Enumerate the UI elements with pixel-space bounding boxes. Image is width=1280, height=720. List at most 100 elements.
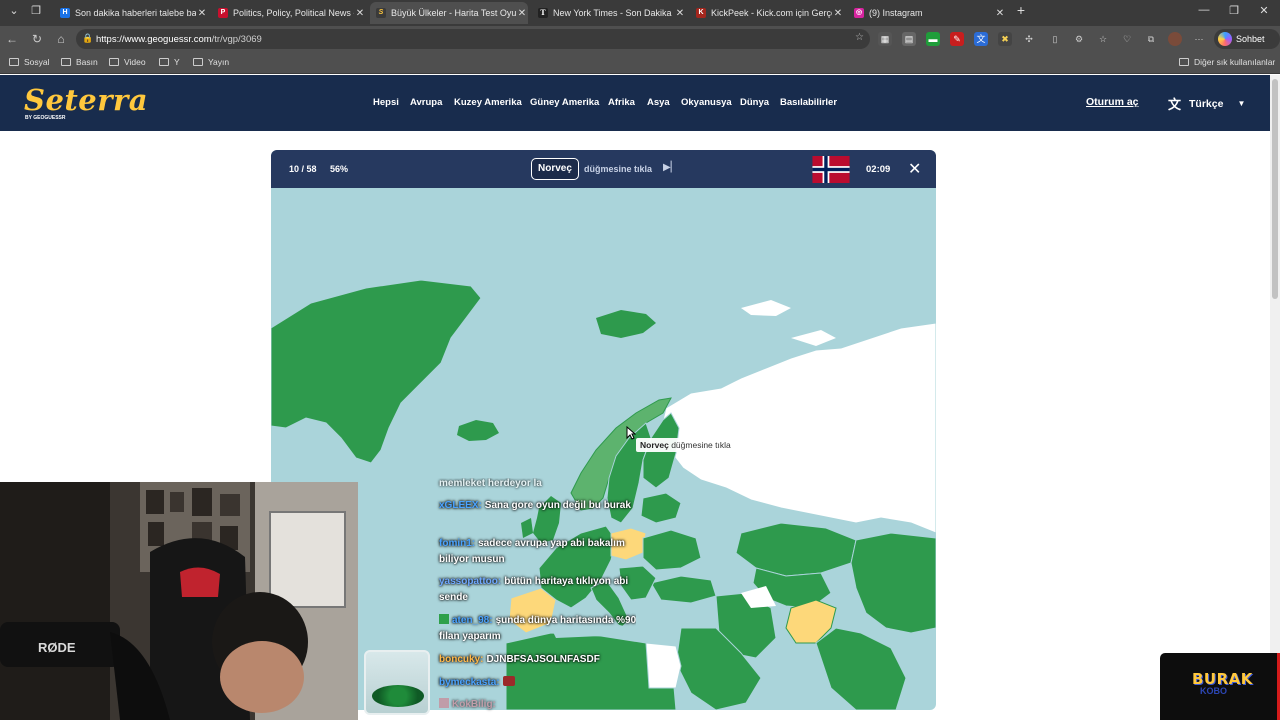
bookmark-label: Basın — [76, 57, 98, 67]
extension-icon[interactable]: ✎ — [950, 32, 964, 46]
country-south-asia — [815, 627, 907, 710]
nav-south-america[interactable]: Güney Amerika — [530, 97, 599, 108]
favorite-star-icon[interactable]: ☆ — [855, 32, 864, 43]
country-russia — [660, 322, 936, 534]
copilot-icon — [1218, 32, 1232, 46]
bookmark-label: Diğer sık kullanılanlar — [1194, 57, 1276, 67]
chat-text: memleket herdeyor la — [439, 478, 542, 489]
home-icon[interactable]: ⌂ — [49, 32, 73, 46]
workspaces-icon[interactable]: ❐ — [26, 4, 46, 17]
close-game-icon[interactable]: ✕ — [908, 159, 921, 179]
more-icon[interactable]: ⋯ — [1192, 32, 1206, 46]
extension-icon[interactable]: ▦ — [878, 32, 892, 46]
country-svalbard — [596, 310, 656, 338]
tab-favicon: T — [538, 8, 548, 18]
tab-1[interactable]: H Son dakika haberleri talebe bağlı ü ✕ — [54, 2, 208, 24]
chat-message: xGLEEX: Sana gore oyun değil bu burak — [439, 498, 636, 514]
bookmark-folder[interactable]: Video — [109, 57, 146, 67]
bookmark-folder[interactable]: Sosyal — [9, 57, 50, 67]
tab-favicon: P — [218, 8, 228, 18]
nav-printables[interactable]: Basılabilirler — [780, 97, 837, 108]
seterra-logo[interactable]: Seterra — [24, 83, 148, 117]
login-link[interactable]: Oturum aç — [1086, 96, 1139, 108]
streamer-brand-subtext: KOBO — [1200, 686, 1227, 696]
nav-asia[interactable]: Asya — [647, 97, 670, 108]
translate-icon[interactable]: 文 — [974, 32, 988, 46]
maximize-icon[interactable]: ❐ — [1224, 4, 1244, 17]
nav-north-america[interactable]: Kuzey Amerika — [454, 97, 522, 108]
tab-6[interactable]: ◎ (9) Instagram ✕ — [848, 2, 1006, 24]
tab-title: (9) Instagram — [869, 8, 923, 18]
bookmark-label: Sosyal — [24, 57, 50, 67]
other-bookmarks[interactable]: Diğer sık kullanılanlar — [1179, 57, 1275, 67]
browser-toolbar: ← ↻ ⌂ 🔒 https://www.geoguessr.com/tr/vgp… — [0, 26, 1280, 64]
heart-icon[interactable]: ♡ — [1120, 32, 1134, 46]
language-icon: 文 — [1168, 97, 1182, 112]
nav-all[interactable]: Hepsi — [373, 97, 399, 108]
badge-icon — [439, 698, 449, 708]
window-close-icon[interactable]: ✕ — [1254, 4, 1274, 17]
lock-icon: 🔒 — [82, 33, 94, 43]
emote-icon — [502, 676, 515, 686]
puzzle-icon[interactable]: ✣ — [1022, 32, 1036, 46]
address-bar[interactable]: 🔒 https://www.geoguessr.com/tr/vgp/3069 … — [76, 29, 870, 49]
extension-icon[interactable]: ▤ — [902, 32, 916, 46]
tab-close-icon[interactable]: ✕ — [832, 8, 844, 19]
copilot-chat-button[interactable]: Sohbet et — [1214, 29, 1280, 64]
nav-europe[interactable]: Avrupa — [410, 97, 442, 108]
tab-4[interactable]: T New York Times - Son Dakika Hab ✕ — [532, 2, 686, 24]
webcam-feed: RØDE — [0, 482, 358, 720]
tab-5[interactable]: K KickPeek - Kick.com için Gerçek Za ✕ — [690, 2, 844, 24]
nav-africa[interactable]: Afrika — [608, 97, 635, 108]
bookmark-folder[interactable]: Y — [159, 57, 180, 67]
settings-icon[interactable]: ⚙ — [1072, 32, 1086, 46]
tab-close-icon[interactable]: ✕ — [516, 8, 528, 19]
country-unplayed — [741, 300, 791, 316]
cup-decoration — [364, 650, 430, 715]
nav-world[interactable]: Dünya — [740, 97, 769, 108]
bookmark-folder[interactable]: Yayın — [193, 57, 229, 67]
tab-close-icon[interactable]: ✕ — [674, 8, 686, 19]
tab-close-icon[interactable]: ✕ — [196, 8, 208, 19]
webcam-overlay: RØDE — [0, 482, 358, 720]
chat-message: boncuky: DJNBFSAJSOLNFASDF — [439, 652, 636, 668]
extension-icon[interactable]: ✖ — [998, 32, 1012, 46]
extension-icon[interactable]: ▬ — [926, 32, 940, 46]
chat-username: xGLEEX: — [439, 500, 482, 511]
instruction-text: düğmesine tıkla — [584, 164, 653, 174]
folder-icon — [61, 58, 71, 66]
tab-3-active[interactable]: S Büyük Ülkeler - Harita Test Oyunla ✕ — [370, 2, 528, 24]
streamer-logo: BURAK KOBO — [1160, 653, 1280, 720]
favorites-icon[interactable]: ☆ — [1096, 32, 1110, 46]
tab-favicon: K — [696, 8, 706, 18]
folder-icon — [1179, 58, 1189, 66]
scrollbar-thumb[interactable] — [1272, 79, 1278, 299]
folder-icon — [159, 58, 169, 66]
target-country-badge: Norveç — [531, 158, 579, 180]
minimize-icon[interactable]: — — [1194, 4, 1214, 16]
tab-2[interactable]: P Politics, Policy, Political News - PO … — [212, 2, 366, 24]
logo-subtitle: BY GEOGUESSR — [25, 115, 66, 121]
chat-message: memleket herdeyor la — [439, 478, 636, 492]
bookmark-folder[interactable]: Basın — [61, 57, 98, 67]
back-icon[interactable]: ← — [0, 32, 24, 46]
language-selector[interactable]: 文 Türkçe ▼ — [1168, 94, 1245, 113]
tab-menu-icon[interactable]: ⌄ — [4, 4, 24, 17]
new-tab-icon[interactable]: + — [1011, 2, 1031, 18]
skip-icon[interactable]: ▶▏ — [663, 162, 678, 173]
folder-icon — [9, 58, 19, 66]
country-turkey — [650, 575, 717, 604]
collections-icon[interactable]: ⧉ — [1144, 32, 1158, 46]
url-path: /tr/vgp/3069 — [211, 33, 262, 45]
avatar[interactable] — [1168, 32, 1182, 46]
nav-oceania[interactable]: Okyanusya — [681, 97, 732, 108]
url-host: https://www.geoguessr.com — [96, 33, 212, 45]
bookmark-label: Y — [174, 57, 180, 67]
country-unplayed — [791, 330, 836, 346]
tab-close-icon[interactable]: ✕ — [354, 8, 366, 19]
tab-close-icon[interactable]: ✕ — [994, 8, 1006, 19]
tab-title: Politics, Policy, Political News - PO — [233, 8, 354, 18]
split-screen-icon[interactable]: ▯ — [1048, 32, 1062, 46]
refresh-icon[interactable]: ↻ — [25, 32, 49, 46]
tooltip-text: düğmesine tıkla — [671, 440, 731, 450]
